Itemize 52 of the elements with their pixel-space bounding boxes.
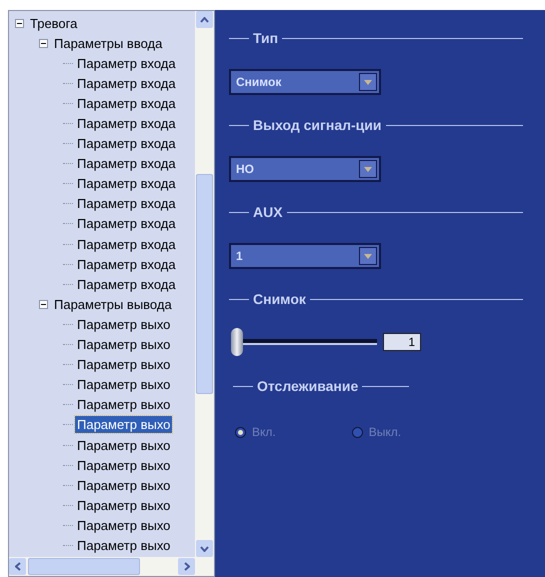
tree-item[interactable]: Параметр входа: [75, 175, 178, 192]
section-heading: Снимок: [253, 290, 306, 309]
tree-item[interactable]: Параметр выхо: [75, 356, 172, 374]
tree-item[interactable]: Параметр входа: [75, 94, 178, 112]
horizontal-scrollbar[interactable]: [9, 557, 214, 576]
dropdown[interactable]: 1: [229, 243, 381, 269]
tree-item[interactable]: Параметры вывода: [52, 296, 174, 313]
section-heading: Отслеживание: [257, 377, 358, 396]
value-field[interactable]: 1: [383, 333, 421, 351]
tree-item[interactable]: Параметр входа: [75, 236, 178, 253]
tree-item[interactable]: Параметр выхо: [75, 456, 172, 474]
tree-item[interactable]: Параметр входа: [75, 135, 178, 152]
tree-item[interactable]: Параметр выхо: [75, 416, 172, 434]
scroll-thumb[interactable]: [196, 174, 213, 394]
dropdown[interactable]: НО: [229, 156, 381, 182]
dropdown[interactable]: Снимок: [229, 69, 381, 95]
tree-item[interactable]: Параметр выхо: [75, 316, 172, 333]
section-heading: AUX: [253, 203, 283, 222]
tree-item[interactable]: Параметр входа: [75, 276, 178, 293]
tree-item[interactable]: Тревога: [28, 14, 80, 32]
slider-thumb[interactable]: [231, 328, 243, 356]
section-heading: Выход сигнал-ции: [253, 116, 382, 135]
caret-icon: [359, 160, 377, 178]
scroll-up-icon[interactable]: [196, 11, 213, 28]
section-heading: Тип: [253, 29, 278, 48]
scroll-left-icon[interactable]: [9, 558, 26, 575]
tree-item[interactable]: Параметр выхо: [75, 376, 172, 394]
collapse-icon[interactable]: [39, 38, 48, 48]
collapse-icon[interactable]: [39, 300, 48, 309]
tree-item[interactable]: Параметр входа: [75, 74, 178, 92]
vertical-scrollbar[interactable]: [195, 11, 214, 557]
tree-item[interactable]: Параметр выхо: [75, 336, 172, 354]
tree-item[interactable]: Параметры ввода: [52, 34, 164, 52]
caret-icon: [359, 73, 377, 91]
tree-item[interactable]: Параметр выхо: [75, 516, 172, 534]
tree-item[interactable]: Параметр входа: [75, 155, 178, 172]
scroll-thumb[interactable]: [28, 558, 140, 575]
tree-item[interactable]: Параметр входа: [75, 115, 178, 132]
caret-icon: [359, 247, 377, 265]
tree-item[interactable]: Параметр выхо: [75, 476, 172, 494]
scroll-down-icon[interactable]: [196, 540, 213, 557]
tree-item[interactable]: Параметр входа: [75, 215, 178, 232]
scroll-right-icon[interactable]: [178, 558, 195, 575]
collapse-icon[interactable]: [15, 18, 24, 28]
tree-item[interactable]: Параметр выхо: [75, 496, 172, 514]
slider[interactable]: [231, 328, 377, 356]
tree-item[interactable]: Параметр выхо: [75, 436, 172, 454]
tree-item[interactable]: Параметр выхо: [75, 396, 172, 414]
tree-item[interactable]: Параметр входа: [75, 256, 178, 273]
tree-item[interactable]: Параметр выхо: [75, 536, 172, 554]
tree-item[interactable]: Параметр входа: [75, 195, 178, 212]
tree-item[interactable]: Параметр входа: [75, 54, 178, 72]
